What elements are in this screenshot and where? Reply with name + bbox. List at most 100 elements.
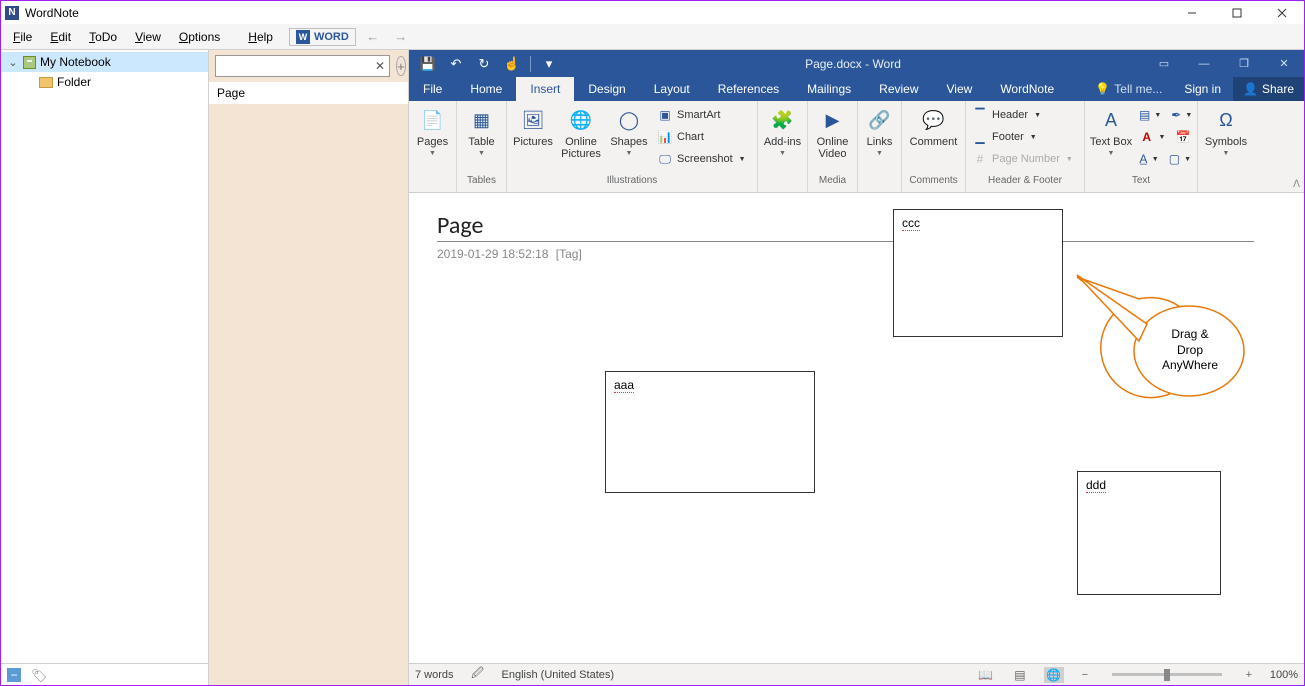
shapes-button[interactable]: ◯Shapes▼	[607, 104, 651, 157]
text-box-icon: A	[1096, 106, 1126, 134]
page-number-button[interactable]: #Page Number▼	[970, 148, 1080, 170]
links-icon: 🔗	[865, 106, 895, 134]
web-layout-button[interactable]: 🌐	[1044, 667, 1064, 683]
touch-mode-button[interactable]: ☝	[499, 52, 525, 76]
text-box-button[interactable]: AText Box▼	[1089, 104, 1133, 157]
zoom-in[interactable]: +	[1242, 669, 1256, 681]
tell-me[interactable]: 💡Tell me...	[1095, 77, 1172, 101]
callout-drag-drop[interactable]: Drag & Drop AnyWhere	[1069, 269, 1259, 409]
online-pictures-button[interactable]: 🌐Online Pictures	[559, 104, 603, 160]
word-icon: W	[296, 30, 310, 44]
menu-todo[interactable]: ToDo	[81, 28, 125, 46]
tab-insert[interactable]: Insert	[516, 77, 574, 101]
tab-wordnote[interactable]: WordNote	[986, 77, 1068, 101]
online-video-button[interactable]: ▶Online Video	[812, 104, 853, 160]
page-list-item[interactable]: Page	[209, 82, 408, 104]
video-icon: ▶	[818, 106, 848, 134]
status-word-count[interactable]: 7 words	[415, 669, 454, 681]
textbox-ccc[interactable]: ccc	[893, 209, 1063, 337]
zoom-value[interactable]: 100%	[1270, 669, 1298, 681]
quick-access-toolbar: 💾 ↶ ↻ ☝ ▾	[409, 52, 562, 76]
links-button[interactable]: 🔗Links▼	[862, 104, 897, 157]
tree-folder[interactable]: Folder	[1, 72, 208, 92]
symbols-icon: Ω	[1211, 106, 1241, 134]
page-title[interactable]: Page	[437, 211, 483, 240]
word-toggle-label: WORD	[314, 31, 349, 43]
quick-parts-button[interactable]: ▤▼✒▼	[1137, 104, 1193, 126]
proofing-icon[interactable]: 🖉	[468, 667, 488, 683]
word-minimize[interactable]: —	[1184, 52, 1224, 76]
wordart-button[interactable]: A▼📅	[1137, 126, 1193, 148]
group-media-label: Media	[812, 175, 853, 190]
read-mode-button[interactable]: 📖	[976, 667, 996, 683]
page-meta-tag[interactable]: [Tag]	[556, 247, 582, 261]
sidebar-action-1[interactable]: −	[7, 668, 21, 682]
tree-notebook[interactable]: ⌄ My Notebook	[1, 52, 208, 72]
undo-button[interactable]: ↶	[443, 52, 469, 76]
chart-icon: 📊	[657, 129, 673, 145]
menu-file[interactable]: File	[5, 28, 40, 46]
tab-mailings[interactable]: Mailings	[793, 77, 865, 101]
redo-button[interactable]: ↻	[471, 52, 497, 76]
clear-icon[interactable]: ✕	[375, 59, 385, 73]
pages-button[interactable]: 📄Pages▼	[413, 104, 452, 157]
callout-line1: Drag &	[1171, 327, 1208, 341]
footer-button[interactable]: ▁Footer▼	[970, 126, 1080, 148]
table-button[interactable]: ▦Table▼	[461, 104, 502, 157]
qat-customize[interactable]: ▾	[536, 52, 562, 76]
search-input[interactable]	[220, 59, 375, 73]
menu-options[interactable]: Options	[171, 28, 228, 46]
app-icon: N	[5, 6, 19, 20]
tab-file[interactable]: File	[409, 77, 456, 101]
date-icon: 📅	[1175, 129, 1191, 145]
menu-help[interactable]: Help	[240, 28, 281, 46]
smartart-button[interactable]: ▣SmartArt	[655, 104, 753, 126]
word-doc-title: Page.docx - Word	[562, 57, 1144, 71]
window-close[interactable]	[1259, 2, 1304, 24]
object-icon: ▢	[1169, 151, 1180, 167]
collapse-ribbon[interactable]: ᐱ	[1293, 179, 1300, 190]
word-maximize[interactable]: ❐	[1224, 52, 1264, 76]
sidebar-tag-icon[interactable]: 🏷	[31, 668, 43, 682]
tab-design[interactable]: Design	[574, 77, 639, 101]
header-button[interactable]: ▔Header▼	[970, 104, 1080, 126]
symbols-button[interactable]: ΩSymbols▼	[1202, 104, 1250, 157]
document-canvas[interactable]: Page 2019-01-29 18:52:18 [Tag] ccc aaa d…	[409, 193, 1304, 663]
textbox-aaa[interactable]: aaa	[605, 371, 815, 493]
word-ribbon-options[interactable]: ▭	[1144, 52, 1184, 76]
tab-review[interactable]: Review	[865, 77, 932, 101]
tab-view[interactable]: View	[933, 77, 987, 101]
close-icon	[1277, 8, 1287, 18]
tab-references[interactable]: References	[704, 77, 793, 101]
pictures-button[interactable]: 🖼Pictures	[511, 104, 555, 148]
save-button[interactable]: 💾	[415, 52, 441, 76]
nav-forward[interactable]: →	[390, 27, 412, 47]
share-button[interactable]: 👤Share	[1233, 77, 1304, 101]
word-toggle-button[interactable]: W WORD	[289, 28, 356, 46]
textbox-ddd[interactable]: ddd	[1077, 471, 1221, 595]
screenshot-button[interactable]: 🖵Screenshot▼	[655, 148, 753, 170]
status-language[interactable]: English (United States)	[502, 669, 615, 681]
menu-edit[interactable]: Edit	[42, 28, 79, 46]
zoom-thumb[interactable]	[1164, 669, 1170, 681]
page-meta: 2019-01-29 18:52:18 [Tag]	[437, 247, 582, 261]
search-box[interactable]: ✕	[215, 55, 390, 77]
comment-button[interactable]: 💬Comment	[906, 104, 961, 148]
tab-home[interactable]: Home	[456, 77, 516, 101]
nav-back[interactable]: ←	[362, 27, 384, 47]
print-layout-button[interactable]: ▤	[1010, 667, 1030, 683]
tab-layout[interactable]: Layout	[640, 77, 704, 101]
addins-button[interactable]: 🧩Add-ins▼	[762, 104, 803, 157]
folder-icon	[39, 77, 53, 88]
chart-button[interactable]: 📊Chart	[655, 126, 753, 148]
zoom-slider[interactable]	[1112, 673, 1222, 676]
zoom-out[interactable]: −	[1078, 669, 1092, 681]
online-pictures-icon: 🌐	[566, 106, 596, 134]
sign-in[interactable]: Sign in	[1172, 77, 1233, 101]
word-close[interactable]: ✕	[1264, 52, 1304, 76]
menu-view[interactable]: View	[127, 28, 169, 46]
drop-cap-button[interactable]: A̲▼▢▼	[1137, 148, 1193, 170]
add-page-button[interactable]: +	[396, 56, 406, 76]
window-maximize[interactable]	[1214, 2, 1259, 24]
window-minimize[interactable]	[1169, 2, 1214, 24]
